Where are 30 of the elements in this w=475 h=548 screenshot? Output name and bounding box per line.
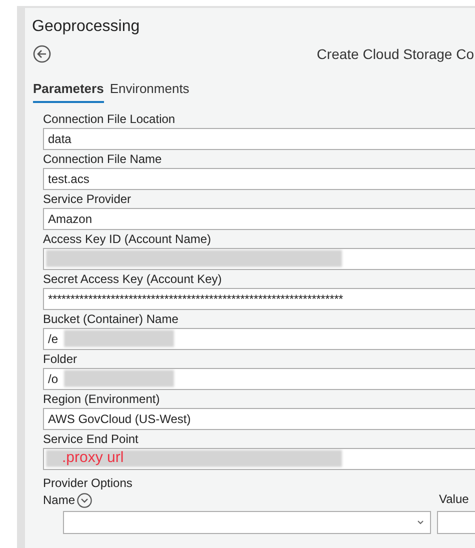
column-header: Value	[439, 490, 470, 508]
field-label: Bucket (Container) Name	[43, 310, 178, 328]
input-field[interactable]: /o	[43, 368, 475, 390]
pane-title: Geoprocessing	[32, 17, 140, 37]
tool-title: Create Cloud Storage Co	[316, 44, 474, 64]
tab[interactable]: Environments	[110, 79, 190, 102]
input-field[interactable]: data	[43, 128, 475, 150]
chevron-down-icon[interactable]	[77, 492, 92, 508]
field-label: Service End Point	[43, 430, 138, 448]
back-icon[interactable]	[33, 45, 51, 63]
dropdown-field[interactable]	[63, 510, 431, 534]
field-label: Service Provider	[43, 190, 132, 208]
input-field[interactable]: test.acs	[43, 168, 475, 190]
section-label: Provider Options	[43, 474, 132, 492]
field-label: Access Key ID (Account Name)	[43, 230, 212, 248]
input-field[interactable]: AWS GovCloud (US-West)	[43, 408, 475, 430]
field-label: Connection File Location	[43, 110, 176, 128]
field-label: Region (Environment)	[43, 390, 160, 408]
input-field[interactable]: Amazon	[43, 208, 475, 230]
field-label: Secret Access Key (Account Key)	[43, 270, 222, 288]
input-field[interactable]: ******************************************************************	[43, 288, 475, 310]
input-field[interactable]: /e	[43, 328, 475, 350]
field-label: Connection File Name	[43, 150, 162, 168]
caret-icon	[417, 520, 424, 524]
field-label: Folder	[43, 350, 78, 368]
annotation-text: .proxy url	[62, 448, 124, 468]
input-field[interactable]	[437, 510, 475, 534]
tab[interactable]: Parameters	[33, 79, 104, 102]
column-header: Name	[43, 492, 76, 509]
input-field[interactable]	[43, 248, 475, 270]
